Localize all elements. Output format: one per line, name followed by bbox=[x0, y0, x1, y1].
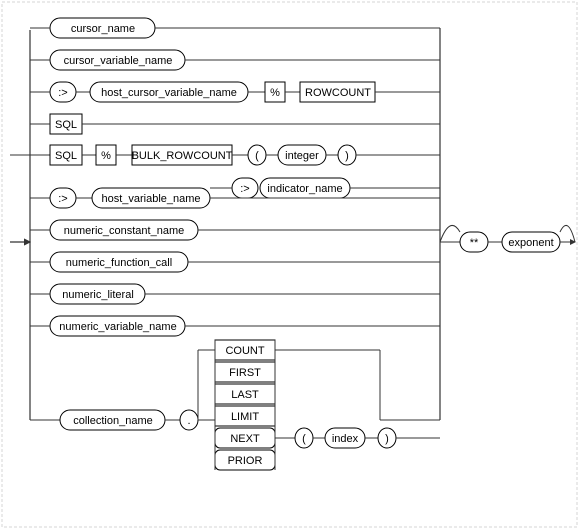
cursor-variable-name-label: cursor_variable_name bbox=[64, 55, 173, 67]
exponent-label: exponent bbox=[508, 237, 553, 249]
sql-top-label: SQL bbox=[55, 119, 77, 131]
percent-label-bottom: % bbox=[101, 150, 111, 162]
lparen2-node: ( bbox=[295, 428, 313, 448]
first-label: FIRST bbox=[229, 367, 261, 379]
indicator-name-label: indicator_name bbox=[267, 183, 342, 195]
numeric-function-call-label: numeric_function_call bbox=[66, 257, 172, 269]
prior-label: PRIOR bbox=[228, 455, 263, 467]
numeric-variable-name-node: numeric_variable_name bbox=[50, 316, 185, 336]
limit-label: LIMIT bbox=[231, 411, 259, 423]
collection-name-label: collection_name bbox=[73, 415, 153, 427]
syntax-diagram: cursor_name cursor_variable_name :> host… bbox=[0, 0, 579, 529]
numeric-variable-name-label: numeric_variable_name bbox=[59, 321, 176, 333]
cursor-name-label: cursor_name bbox=[71, 23, 135, 35]
last-label: LAST bbox=[231, 389, 259, 401]
numeric-constant-name-node: numeric_constant_name bbox=[50, 220, 198, 240]
dot-label: . bbox=[187, 415, 190, 427]
prior-node: PRIOR bbox=[215, 450, 275, 470]
colon-gt-label: :> bbox=[58, 87, 67, 99]
rowcount-label: ROWCOUNT bbox=[305, 87, 371, 99]
lparen2-label: ( bbox=[302, 433, 306, 445]
colon-gt2-node: :> bbox=[50, 188, 76, 208]
next-node: NEXT bbox=[215, 428, 275, 448]
numeric-literal-label: numeric_literal bbox=[62, 289, 134, 301]
cursor-name-node: cursor_name bbox=[50, 18, 155, 38]
next-label: NEXT bbox=[230, 433, 260, 445]
double-star-label: ** bbox=[470, 237, 479, 249]
host-variable-name-node: host_variable_name bbox=[92, 188, 210, 208]
colon-gt-node: :> bbox=[50, 82, 76, 102]
limit-node: LIMIT bbox=[215, 406, 275, 426]
rparen2-node: ) bbox=[378, 428, 396, 448]
colon-gt3-label: :> bbox=[240, 183, 249, 195]
numeric-literal-node: numeric_literal bbox=[50, 284, 145, 304]
host-cursor-variable-name-label: host_cursor_variable_name bbox=[101, 87, 237, 99]
percent-node-top: % bbox=[265, 82, 285, 102]
index-label: index bbox=[332, 433, 359, 445]
cursor-variable-name-node: cursor_variable_name bbox=[50, 50, 185, 70]
indicator-name-node: indicator_name bbox=[260, 178, 350, 198]
integer-label: integer bbox=[285, 150, 319, 162]
sql-top-node: SQL bbox=[50, 114, 82, 134]
sql-bottom-label: SQL bbox=[55, 150, 77, 162]
exponent-node: exponent bbox=[502, 232, 560, 252]
count-node: COUNT bbox=[215, 340, 275, 360]
rowcount-node: ROWCOUNT bbox=[300, 82, 375, 102]
colon-gt2-label: :> bbox=[58, 193, 67, 205]
collection-name-node: collection_name bbox=[60, 410, 165, 430]
host-cursor-variable-name-node: host_cursor_variable_name bbox=[90, 82, 248, 102]
rparen2-label: ) bbox=[385, 433, 389, 445]
host-variable-name-label: host_variable_name bbox=[101, 193, 200, 205]
lparen1-label: ( bbox=[255, 150, 259, 162]
double-star-node: ** bbox=[460, 232, 488, 252]
index-node: index bbox=[325, 428, 365, 448]
rparen1-node: ) bbox=[338, 145, 356, 165]
percent-node-bottom: % bbox=[96, 145, 116, 165]
last-node: LAST bbox=[215, 384, 275, 404]
percent-label-top: % bbox=[270, 87, 280, 99]
rparen1-label: ) bbox=[345, 150, 349, 162]
sql-bottom-node: SQL bbox=[50, 145, 82, 165]
dot-node: . bbox=[180, 410, 198, 430]
colon-gt3-node: :> bbox=[232, 178, 258, 198]
first-node: FIRST bbox=[215, 362, 275, 382]
lparen1-node: ( bbox=[248, 145, 266, 165]
bulk-rowcount-label: BULK_ROWCOUNT bbox=[132, 150, 233, 162]
integer-node: integer bbox=[278, 145, 326, 165]
numeric-function-call-node: numeric_function_call bbox=[50, 252, 188, 272]
count-label: COUNT bbox=[225, 345, 264, 357]
numeric-constant-name-label: numeric_constant_name bbox=[64, 225, 184, 237]
bulk-rowcount-node: BULK_ROWCOUNT bbox=[132, 145, 233, 165]
